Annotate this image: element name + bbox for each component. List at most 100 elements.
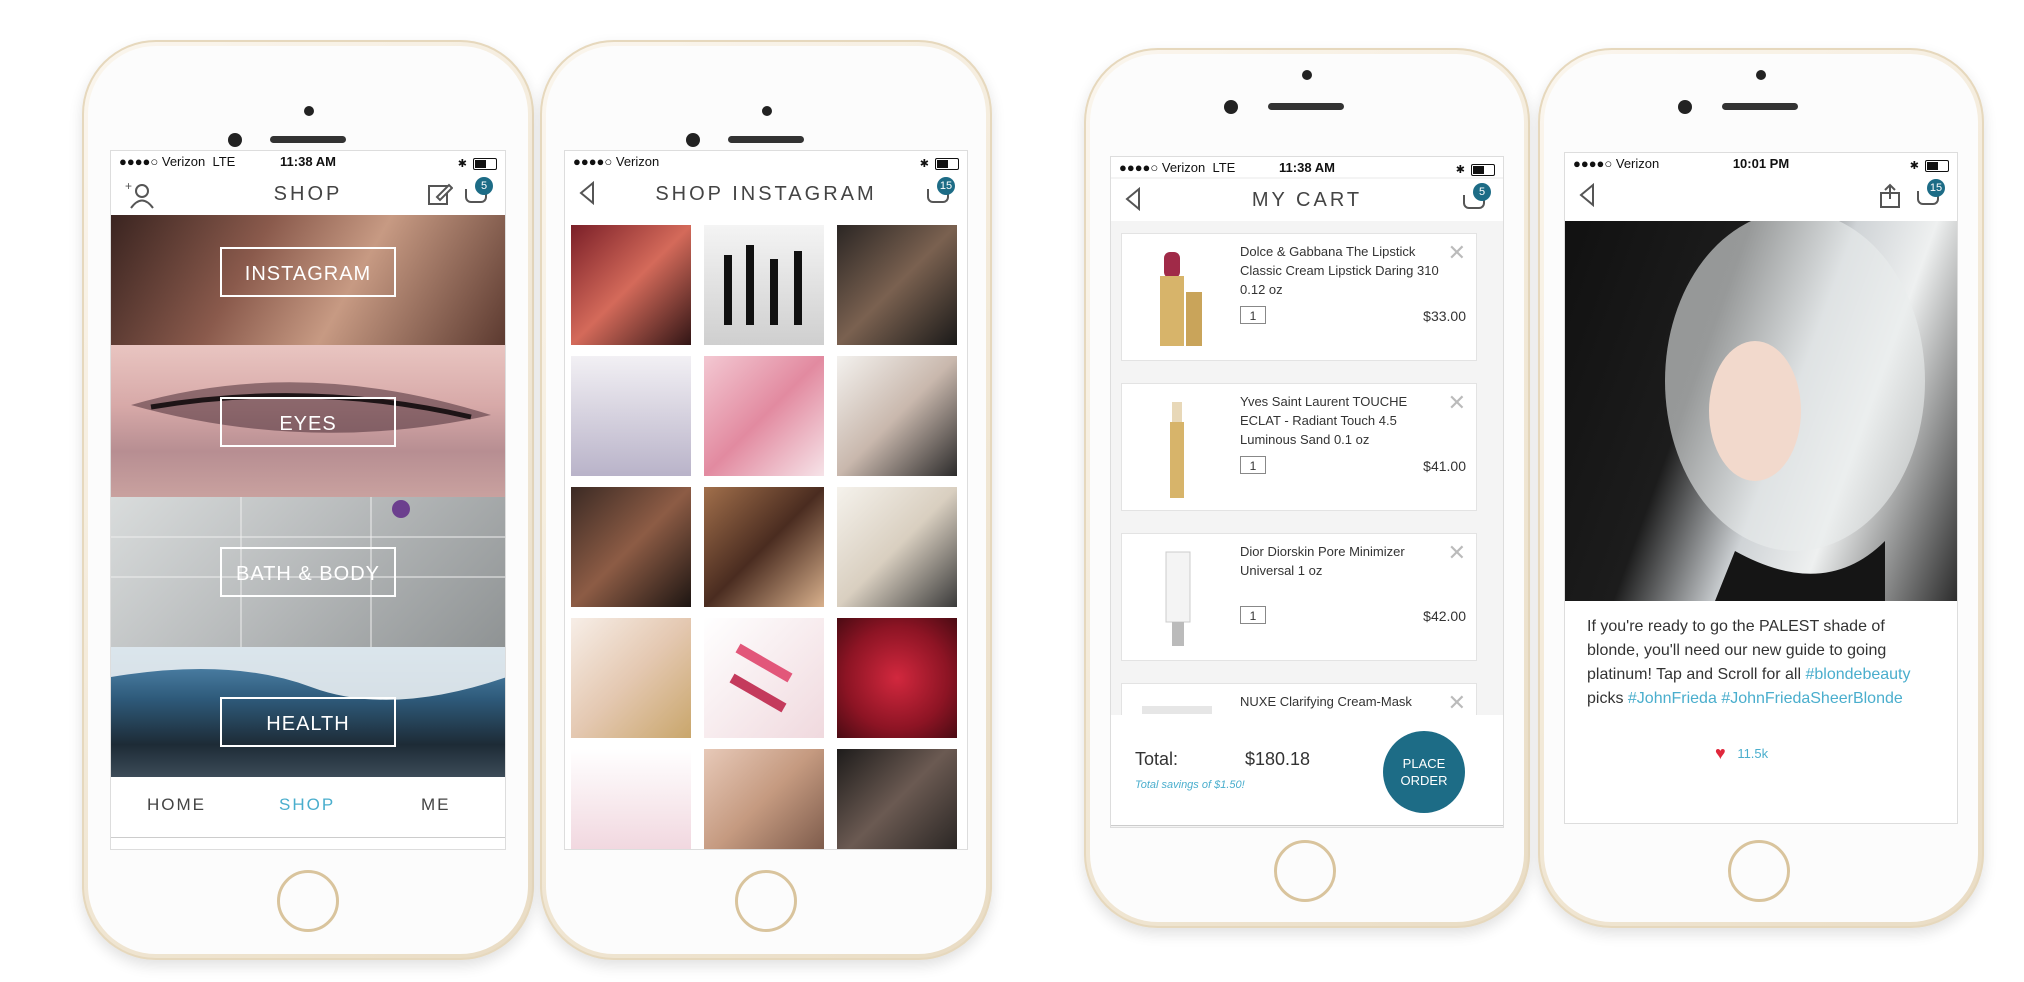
home-button[interactable]: [277, 870, 339, 932]
battery-icon: ✱: [458, 155, 497, 170]
grid-photo[interactable]: [704, 618, 824, 738]
remove-icon[interactable]: ✕: [1448, 540, 1466, 566]
grid-photo[interactable]: [837, 356, 957, 476]
category-button-bath-body[interactable]: BATH & BODY: [220, 547, 396, 597]
category-bath-body[interactable]: BATH & BODY: [111, 497, 505, 647]
caption-text: picks: [1587, 690, 1624, 707]
category-instagram[interactable]: INSTAGRAM: [111, 215, 505, 345]
category-button-eyes[interactable]: EYES: [220, 397, 396, 447]
grid-photo[interactable]: [704, 225, 824, 345]
edit-icon[interactable]: [427, 181, 454, 214]
status-bar: ●●●●○ Verizon ✱: [565, 151, 967, 171]
grid-photo[interactable]: [571, 356, 691, 476]
cart-icon[interactable]: 5: [465, 177, 493, 207]
savings-note: Total savings of $1.50!: [1135, 779, 1245, 791]
product-image-concealer: [1170, 402, 1184, 498]
share-icon[interactable]: [1879, 183, 1901, 216]
battery-icon: ✱: [1456, 161, 1495, 176]
remove-icon[interactable]: ✕: [1448, 240, 1466, 266]
proximity-sensor: [1302, 70, 1312, 80]
quantity-field[interactable]: 1: [1240, 456, 1266, 474]
remove-icon[interactable]: ✕: [1448, 690, 1466, 715]
category-button-health[interactable]: HEALTH: [220, 697, 396, 747]
grid-photo[interactable]: [704, 487, 824, 607]
grid-photo[interactable]: [837, 618, 957, 738]
grid-photo[interactable]: [837, 749, 957, 849]
cart-icon[interactable]: 5: [1463, 183, 1491, 213]
cart-badge: 5: [475, 177, 493, 195]
page-title: SHOP INSTAGRAM: [655, 183, 877, 205]
shop-instagram-screen: ●●●●○ Verizon ✱ SHOP INSTAGRAM 15: [564, 150, 968, 850]
order-line1: PLACE: [1402, 756, 1446, 771]
home-button[interactable]: [1274, 840, 1336, 902]
order-line2: ORDER: [1400, 773, 1448, 788]
cart-badge: 5: [1473, 183, 1491, 201]
item-name: Yves Saint Laurent TOUCHE ECLAT - Radian…: [1240, 394, 1408, 447]
category-health[interactable]: HEALTH: [111, 647, 505, 777]
cart-icon[interactable]: 15: [1917, 179, 1945, 209]
grid-photo[interactable]: [571, 225, 691, 345]
phone-instagram-post: ●●●●○ Verizon 10:01 PM ✱ 15 If you're re…: [1538, 48, 1984, 928]
cart-list: Dolce & Gabbana The Lipstick Classic Cre…: [1111, 223, 1503, 715]
remove-icon[interactable]: ✕: [1448, 390, 1466, 416]
item-name: NUXE Clarifying Cream-Mask: [1240, 694, 1412, 709]
hashtag-link[interactable]: #JohnFrieda: [1628, 690, 1717, 707]
item-price: $42.00: [1423, 608, 1466, 624]
post-caption: If you're ready to go the PALEST shade o…: [1587, 615, 1939, 711]
grid-photo[interactable]: [704, 749, 824, 849]
tab-bar: HOME SHOP ME: [111, 777, 505, 838]
hashtag-link[interactable]: #JohnFriedaSheerBlonde: [1721, 690, 1902, 707]
place-order-button[interactable]: PLACE ORDER: [1383, 731, 1465, 813]
category-button-instagram[interactable]: INSTAGRAM: [220, 247, 396, 297]
category-eyes[interactable]: EYES: [111, 345, 505, 497]
phone-my-cart: ●●●●○ Verizon LTE 11:38 AM ✱ MY CART 5 D…: [1084, 48, 1530, 928]
cart-item[interactable]: NUXE Clarifying Cream-Mask ✕: [1121, 683, 1477, 715]
grid-photo[interactable]: [837, 225, 957, 345]
front-camera: [1678, 100, 1692, 114]
battery-icon: ✱: [920, 155, 959, 170]
clock: 10:01 PM: [1732, 156, 1790, 171]
cart-item[interactable]: Dior Diorskin Pore Minimizer Universal 1…: [1121, 533, 1477, 661]
total-label: Total:: [1135, 749, 1179, 769]
tab-shop[interactable]: SHOP: [279, 795, 335, 815]
nav-bar: MY CART 5: [1111, 179, 1503, 221]
grid-photo[interactable]: [571, 618, 691, 738]
status-bar: ●●●●○ Verizon 10:01 PM ✱: [1565, 153, 1957, 173]
product-image-primer: [1165, 551, 1191, 646]
proximity-sensor: [304, 106, 314, 116]
quantity-field[interactable]: 1: [1240, 306, 1266, 324]
like-row: ♥ 11.5k: [1715, 743, 1768, 764]
front-camera: [228, 133, 242, 147]
item-price: $33.00: [1423, 308, 1466, 324]
cart-badge: 15: [1927, 179, 1945, 197]
nav-bar: SHOP INSTAGRAM 15: [565, 173, 967, 215]
nav-bar: + SHOP 5: [111, 173, 505, 215]
status-bar: ●●●●○ Verizon LTE 11:38 AM ✱: [111, 151, 505, 171]
product-image-mask: [1142, 706, 1212, 714]
clock: 11:38 AM: [280, 154, 336, 169]
total-value: $180.18: [1245, 749, 1311, 769]
page-title: MY CART: [1251, 189, 1363, 211]
heart-icon[interactable]: ♥: [1715, 743, 1726, 763]
earpiece-speaker: [1722, 103, 1798, 110]
grid-photo[interactable]: [571, 487, 691, 607]
cart-item[interactable]: Yves Saint Laurent TOUCHE ECLAT - Radian…: [1121, 383, 1477, 511]
tab-me[interactable]: ME: [421, 795, 451, 815]
item-name: Dolce & Gabbana The Lipstick Classic Cre…: [1240, 244, 1439, 297]
home-button[interactable]: [735, 870, 797, 932]
hashtag-link[interactable]: #blondebeauty: [1806, 666, 1911, 683]
front-camera: [686, 133, 700, 147]
cart-icon[interactable]: 15: [927, 177, 955, 207]
my-cart-screen: ●●●●○ Verizon LTE 11:38 AM ✱ MY CART 5 D…: [1110, 156, 1504, 828]
like-count: 11.5k: [1737, 746, 1769, 761]
grid-photo[interactable]: [704, 356, 824, 476]
cart-badge: 15: [937, 177, 955, 195]
back-icon[interactable]: [1577, 182, 1597, 214]
tab-home[interactable]: HOME: [147, 795, 206, 815]
grid-photo[interactable]: [837, 487, 957, 607]
home-button[interactable]: [1728, 840, 1790, 902]
cart-summary: Total: $180.18 Total savings of $1.50! P…: [1111, 715, 1503, 826]
cart-item[interactable]: Dolce & Gabbana The Lipstick Classic Cre…: [1121, 233, 1477, 361]
grid-photo[interactable]: [571, 749, 691, 849]
quantity-field[interactable]: 1: [1240, 606, 1266, 624]
